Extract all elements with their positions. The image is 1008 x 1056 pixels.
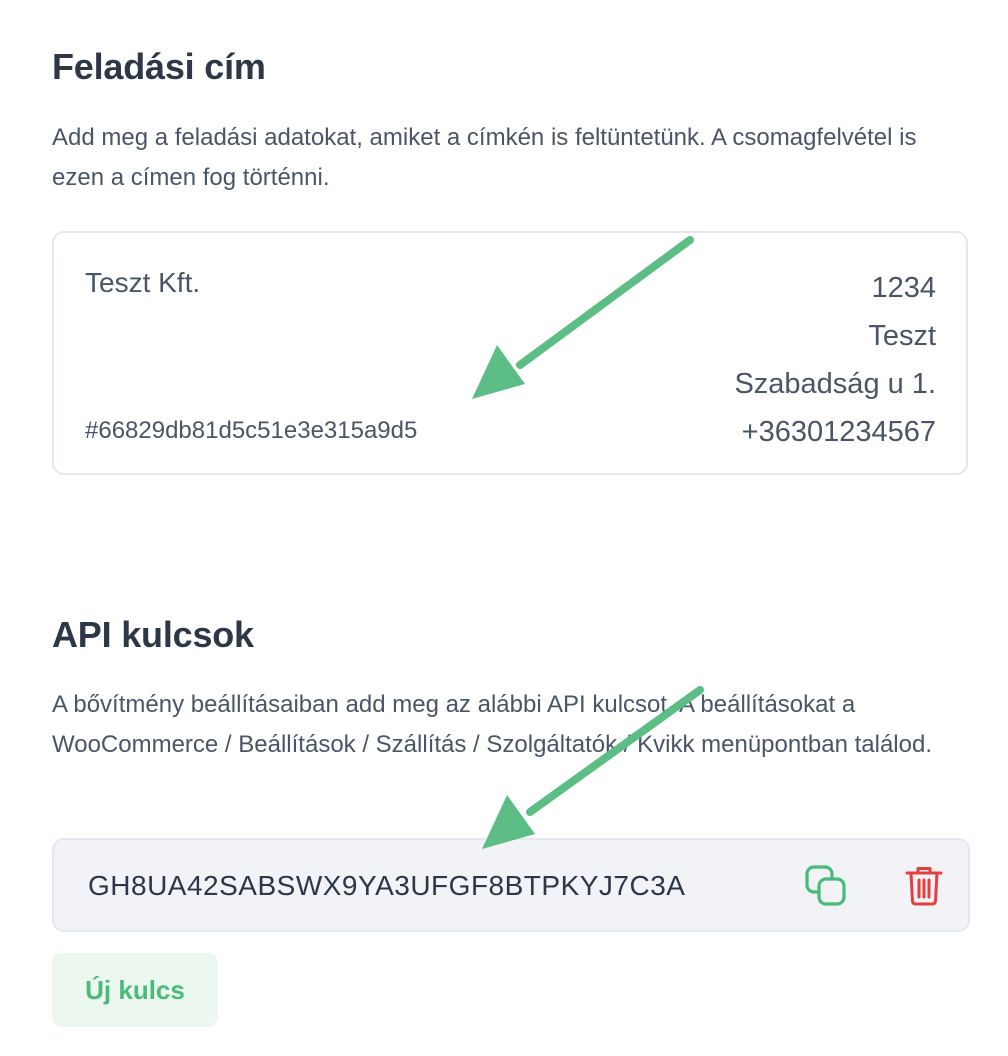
- new-key-button[interactable]: Új kulcs: [52, 953, 218, 1027]
- api-section-description: A bővítmény beállításaiban add meg az al…: [52, 691, 932, 758]
- api-key-value[interactable]: GH8UA42SABSWX9YA3UFGF8BTPKYJ7C3A: [88, 870, 685, 902]
- address-company: Teszt Kft.: [85, 267, 201, 298]
- address-postal-code: 1234: [871, 272, 936, 304]
- copy-icon[interactable]: [804, 864, 848, 908]
- api-key-row: GH8UA42SABSWX9YA3UFGF8BTPKYJ7C3A: [52, 838, 970, 932]
- address-phone: +36301234567: [741, 416, 936, 448]
- address-lines: 1234 Teszt Szabadság u 1. +36301234567: [734, 264, 936, 456]
- sender-section-description: Add meg a feladási adatokat, amiket a cí…: [52, 124, 917, 191]
- address-street: Szabadság u 1.: [734, 368, 936, 400]
- api-section-title: API kulcsok: [52, 614, 254, 655]
- address-order-id: #66829db81d5c51e3e315a9d5: [85, 417, 418, 444]
- trash-icon[interactable]: [902, 864, 946, 908]
- address-city: Teszt: [868, 320, 936, 352]
- sender-section-title: Feladási cím: [52, 46, 266, 87]
- sender-address-card[interactable]: Teszt Kft. #66829db81d5c51e3e315a9d5 123…: [52, 231, 968, 475]
